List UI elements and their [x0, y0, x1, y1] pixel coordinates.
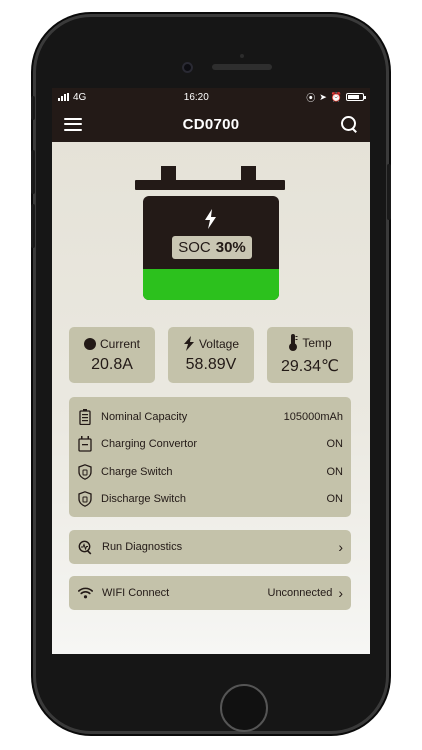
shield-icon — [78, 463, 92, 480]
battery-top-bar — [135, 180, 285, 190]
current-label: Current — [99, 336, 140, 351]
info-value: ON — [326, 465, 344, 478]
status-left: 4G — [58, 92, 86, 103]
charger-icon — [78, 436, 92, 452]
battery-info-card: Nominal Capacity 105000mAh Charging Conv… — [69, 397, 351, 517]
wifi-icon — [77, 587, 93, 599]
volume-down-button — [31, 204, 35, 248]
earpiece-speaker — [212, 64, 272, 70]
wifi-status: Unconnected — [267, 587, 333, 599]
alarm-icon: ⏰ — [330, 91, 342, 102]
voltage-card: Voltage 58.89V — [168, 327, 254, 383]
power-button — [387, 164, 391, 220]
temp-card: Temp 29.34℃ — [267, 327, 353, 383]
signal-icon — [58, 93, 69, 101]
diagnostics-label: Run Diagnostics — [102, 541, 183, 553]
info-value: ON — [326, 493, 344, 506]
mute-switch — [31, 96, 35, 120]
current-card: Current 20.8A — [69, 327, 155, 383]
temp-value: 29.34℃ — [280, 358, 339, 375]
voltage-value: 58.89V — [185, 356, 237, 373]
info-value: 105000mAh — [283, 410, 343, 423]
network-label: 4G — [73, 91, 87, 103]
battery-status-icon — [346, 93, 366, 101]
info-value: ON — [326, 438, 344, 451]
chevron-right-icon: › — [338, 539, 343, 555]
info-row-charge-switch: Charge Switch ON — [77, 458, 343, 486]
lightning-icon — [205, 209, 216, 229]
diagnostics-icon — [78, 540, 91, 555]
battery-soc-graphic: SOC 30% — [135, 166, 287, 301]
chevron-right-icon: › — [338, 585, 343, 601]
info-label: Discharge Switch — [101, 493, 186, 506]
status-bar: 4G 16:20 ⦿ ➤ ⏰ — [52, 88, 370, 106]
lock-rotation-icon: ⦿ — [306, 92, 316, 103]
info-label: Nominal Capacity — [101, 410, 188, 423]
lightning-icon — [183, 336, 194, 351]
info-row-discharge-switch: Discharge Switch ON — [77, 486, 343, 514]
shield-icon — [78, 491, 92, 508]
info-label: Charge Switch — [101, 465, 173, 478]
page-title: CD0700 — [182, 115, 240, 133]
soc-value: 30% — [215, 239, 246, 256]
location-icon: ➤ — [319, 91, 327, 102]
run-diagnostics-button[interactable]: Run Diagnostics › — [69, 530, 351, 564]
battery-body: SOC 30% — [143, 196, 279, 300]
info-row-nominal-capacity: Nominal Capacity 105000mAh — [77, 403, 343, 431]
wifi-label: WIFI Connect — [102, 587, 170, 599]
status-right: ⦿ ➤ ⏰ — [306, 91, 366, 104]
soc-label: SOC — [178, 239, 211, 256]
status-time: 16:20 — [183, 91, 209, 103]
sensor-dot — [240, 54, 244, 58]
battery-capacity-icon — [79, 408, 91, 425]
info-label: Charging Convertor — [101, 438, 197, 451]
volume-up-button — [31, 150, 35, 194]
temp-label: Temp — [302, 335, 332, 350]
menu-icon[interactable] — [64, 117, 82, 131]
soc-badge: SOC 30% — [172, 236, 252, 259]
front-camera — [182, 62, 193, 73]
current-dot-icon — [83, 337, 96, 350]
voltage-label: Voltage — [198, 336, 240, 351]
home-button[interactable] — [220, 684, 268, 732]
app-screen: 4G 16:20 ⦿ ➤ ⏰ CD0700 SOC 30% Current 20… — [52, 88, 370, 654]
wifi-connect-button[interactable]: WIFI Connect Unconnected › — [69, 576, 351, 610]
current-value: 20.8A — [91, 355, 133, 373]
app-header: CD0700 — [52, 106, 370, 142]
battery-charge-fill — [143, 268, 279, 300]
search-icon[interactable] — [340, 115, 358, 133]
thermometer-icon — [289, 334, 298, 351]
info-row-charging-convertor: Charging Convertor ON — [77, 431, 343, 459]
